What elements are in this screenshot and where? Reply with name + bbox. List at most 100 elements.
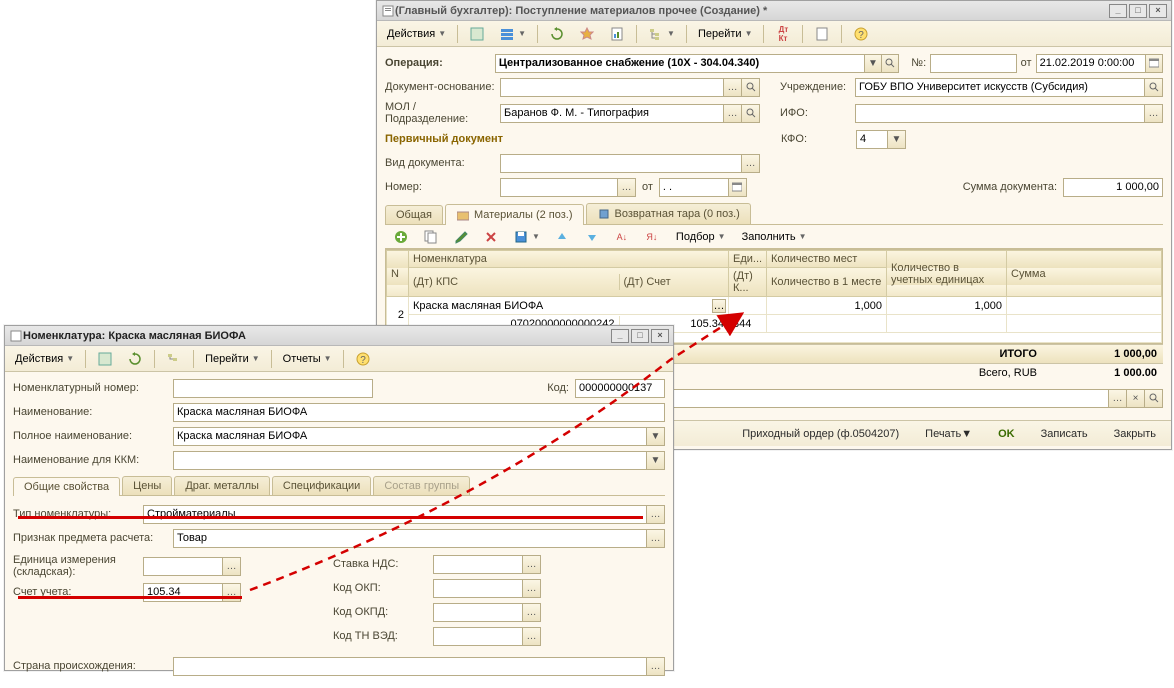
origin-ellipsis[interactable]: … [647, 657, 665, 676]
docbase-ellipsis[interactable]: … [724, 78, 742, 97]
docbase-search[interactable] [742, 78, 760, 97]
operation-dropdown[interactable]: ▼ [865, 54, 882, 73]
unit-ellipsis[interactable]: … [223, 557, 241, 576]
nom-actions[interactable]: Действия▼ [9, 349, 80, 369]
okp-ellipsis[interactable]: … [523, 579, 541, 598]
maximize-button[interactable]: □ [1129, 4, 1147, 18]
row-unit[interactable] [729, 297, 767, 315]
col-qtyunits[interactable]: Количество в учетных единицах [887, 251, 1007, 297]
type-field[interactable]: Стройматериалы [143, 505, 647, 524]
tab-materials[interactable]: Материалы (2 поз.) [445, 204, 584, 225]
tnved-field[interactable] [433, 627, 523, 646]
comment-ellipsis[interactable]: … [1109, 389, 1127, 408]
org-field[interactable]: ГОБУ ВПО Университет искусств (Субсидия) [855, 78, 1145, 97]
toolbar-help[interactable]: ? [847, 24, 875, 44]
vat-ellipsis[interactable]: … [523, 555, 541, 574]
doc-type-field[interactable] [500, 154, 742, 173]
toolbar-star[interactable] [573, 24, 601, 44]
org-search[interactable] [1145, 78, 1163, 97]
nom-tab-specs[interactable]: Спецификации [272, 476, 371, 495]
col-acct[interactable]: (Дт) Счет [619, 274, 728, 290]
nom-maximize[interactable]: □ [631, 329, 649, 343]
name-field[interactable]: Краска масляная БИОФА [173, 403, 665, 422]
ifo-field[interactable] [855, 104, 1145, 123]
toolbar-report[interactable] [603, 24, 631, 44]
row-qtyper[interactable] [767, 315, 887, 333]
doc-type-ellipsis[interactable]: … [742, 154, 760, 173]
fullname-expand[interactable]: ▼ [647, 427, 665, 446]
col-qtyper[interactable]: Количество в 1 месте [767, 268, 887, 297]
grid-select-menu[interactable]: Подбор▼ [670, 227, 732, 247]
toolbar-doc[interactable] [808, 24, 836, 44]
close-button[interactable]: × [1149, 4, 1167, 18]
row-item[interactable]: Краска масляная БИОФА … [409, 297, 729, 315]
comment-search[interactable] [1145, 389, 1163, 408]
date-picker-button[interactable] [1146, 54, 1163, 73]
row-sum[interactable] [1007, 297, 1162, 315]
minimize-button[interactable]: _ [1109, 4, 1127, 18]
date-field[interactable]: 21.02.2019 0:00:00 [1036, 54, 1146, 73]
order-button[interactable]: Приходный ордер (ф.0504207) [733, 424, 908, 444]
grid-copy[interactable] [417, 227, 445, 247]
grid-down[interactable] [578, 227, 606, 247]
mol-field[interactable]: Баранов Ф. М. - Типография [500, 104, 724, 123]
row-qtyplaces[interactable]: 1,000 [767, 297, 887, 315]
code-field[interactable]: 000000000137 [575, 379, 665, 398]
close-doc-button[interactable]: Закрыть [1105, 424, 1165, 444]
kfo-field[interactable]: 4 [856, 130, 888, 149]
tnved-ellipsis[interactable]: … [523, 627, 541, 646]
nom-goto[interactable]: Перейти▼ [199, 349, 266, 369]
okpd-field[interactable] [433, 603, 523, 622]
goto-menu[interactable]: Перейти▼ [692, 24, 759, 44]
row-qtyunits[interactable]: 1,000 [887, 297, 1007, 315]
no-field[interactable] [930, 54, 1016, 73]
col-n[interactable]: N [387, 251, 409, 297]
ifo-ellipsis[interactable]: … [1145, 104, 1163, 123]
nom-reports[interactable]: Отчеты▼ [277, 349, 338, 369]
okp-field[interactable] [433, 579, 523, 598]
grid-add[interactable] [387, 227, 415, 247]
toolbar-dtkt[interactable]: ДтКт [769, 24, 797, 44]
toolbar-refresh[interactable] [543, 24, 571, 44]
nom-num-field[interactable] [173, 379, 373, 398]
mol-ellipsis[interactable]: … [724, 104, 742, 123]
number-date-field[interactable]: . . [659, 178, 729, 197]
grid-delete[interactable] [477, 227, 505, 247]
number-date-picker[interactable] [729, 178, 747, 197]
calc-field[interactable]: Товар [173, 529, 647, 548]
actions-menu[interactable]: Действия▼ [381, 24, 452, 44]
toolbar-icon-1[interactable] [463, 24, 491, 44]
col-item[interactable]: Номенклатура [409, 251, 729, 268]
mol-search[interactable] [742, 104, 760, 123]
nom-close[interactable]: × [651, 329, 669, 343]
row-k[interactable]: 344 [729, 315, 767, 333]
row-qtyunits2[interactable] [887, 315, 1007, 333]
col-unit[interactable]: Еди... [729, 251, 767, 268]
col-sum[interactable]: Сумма [1007, 251, 1162, 297]
operation-search[interactable] [882, 54, 899, 73]
origin-field[interactable] [173, 657, 647, 676]
nom-tab-metals[interactable]: Драг. металлы [174, 476, 270, 495]
grid-save[interactable]: ▼ [507, 227, 546, 247]
row-item-ellipsis[interactable]: … [712, 299, 726, 313]
grid-fill-menu[interactable]: Заполнить▼ [736, 227, 813, 247]
col-kps[interactable]: (Дт) КПС [409, 274, 619, 290]
nom-tb-1[interactable] [91, 349, 119, 369]
nom-tab-prices[interactable]: Цены [122, 476, 172, 495]
tab-general[interactable]: Общая [385, 205, 443, 224]
kkm-field[interactable] [173, 451, 647, 470]
comment-clear[interactable]: × [1127, 389, 1145, 408]
okpd-ellipsis[interactable]: … [523, 603, 541, 622]
toolbar-tree[interactable]: ▼ [642, 24, 681, 44]
nom-tab-general[interactable]: Общие свойства [13, 477, 120, 496]
number-ellipsis[interactable]: … [618, 178, 636, 197]
sum-field[interactable]: 1 000,00 [1063, 178, 1163, 197]
tab-tare[interactable]: Возвратная тара (0 поз.) [586, 203, 751, 224]
toolbar-icon-2[interactable]: ▼ [493, 24, 532, 44]
save-button[interactable]: Записать [1032, 424, 1097, 444]
unit-field[interactable] [143, 557, 223, 576]
kkm-expand[interactable]: ▼ [647, 451, 665, 470]
grid-sort-desc[interactable]: Я↓ [638, 227, 666, 247]
col-k[interactable]: (Дт) К... [729, 268, 767, 297]
type-ellipsis[interactable]: … [647, 505, 665, 524]
